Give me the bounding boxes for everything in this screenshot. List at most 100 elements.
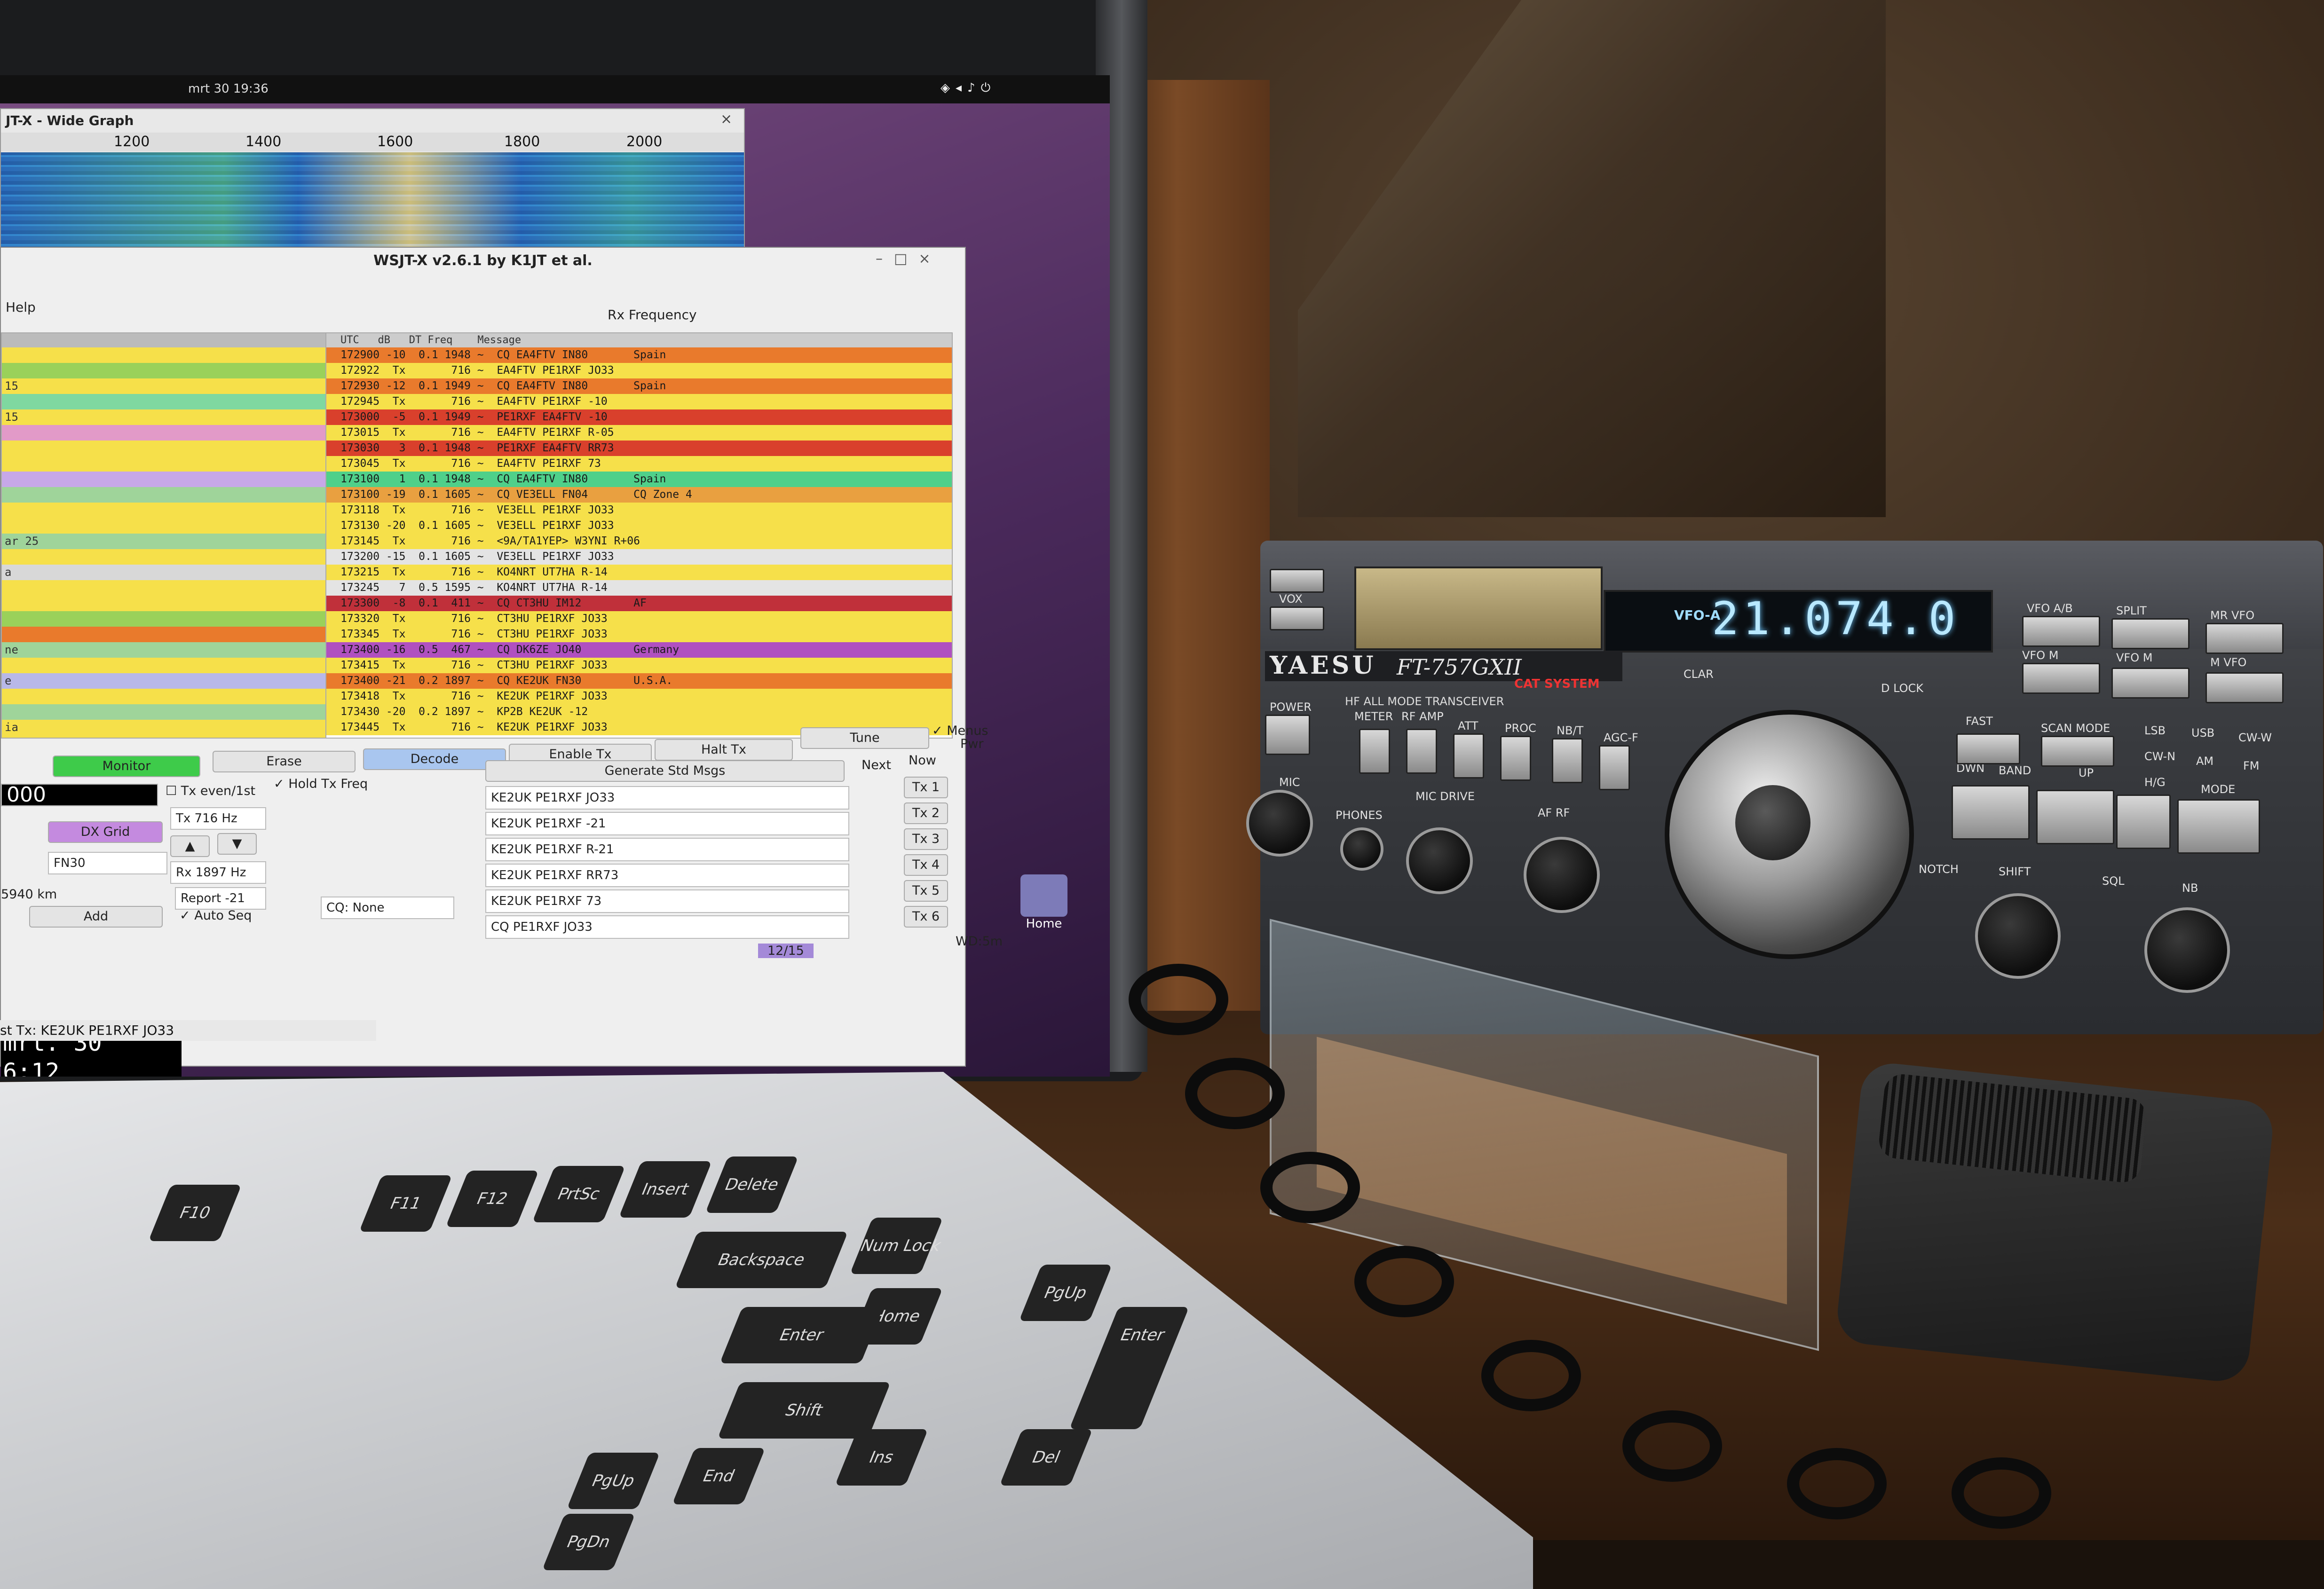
band-activity-list[interactable]: 1515ar 25aneeiantuacean bbox=[1, 332, 337, 739]
rx-row[interactable]: 173300 -8 0.1 411 ~ CQ CT3HU IM12 AF bbox=[326, 596, 952, 611]
generate-msgs-button[interactable]: Generate Std Msgs bbox=[485, 760, 845, 782]
rx-row[interactable]: 173400 -16 0.5 467 ~ CQ DK6ZE JO40 Germa… bbox=[326, 642, 952, 658]
nb-switch[interactable] bbox=[1552, 738, 1583, 783]
add-button[interactable]: Add bbox=[29, 906, 163, 928]
rx-row[interactable]: 173245 7 0.5 1595 ~ KO4NRT UT7HA R-14 bbox=[326, 580, 952, 596]
key-prtsc[interactable]: PrtSc bbox=[532, 1166, 625, 1222]
band-up-button[interactable] bbox=[2116, 794, 2171, 849]
mic-connector[interactable] bbox=[1246, 790, 1313, 857]
band-row[interactable] bbox=[2, 658, 336, 673]
band-row[interactable]: e bbox=[2, 673, 336, 689]
proc-switch[interactable] bbox=[1500, 736, 1531, 781]
band-row[interactable] bbox=[2, 347, 336, 363]
vox-switch[interactable] bbox=[1270, 569, 1324, 593]
key-enter[interactable]: Enter bbox=[719, 1307, 884, 1363]
band-row[interactable] bbox=[2, 503, 336, 518]
rx-row[interactable]: 173100 -19 0.1 1605 ~ CQ VE3ELL FN04 CQ … bbox=[326, 487, 952, 503]
tx6-button[interactable]: Tx 6 bbox=[904, 906, 948, 928]
clock[interactable]: mrt 30 19:36 bbox=[188, 82, 269, 96]
tx1-button[interactable]: Tx 1 bbox=[904, 777, 948, 798]
band-row[interactable] bbox=[2, 689, 336, 704]
band-row[interactable]: ar 25 bbox=[2, 534, 336, 549]
tx2-button[interactable]: Tx 2 bbox=[904, 802, 948, 824]
key-pgup-top[interactable]: PgUp bbox=[1019, 1265, 1113, 1321]
tx3-message[interactable]: KE2UK PE1RXF R-21 bbox=[485, 838, 849, 861]
menus-checkbox[interactable]: ✓ Menus bbox=[932, 724, 988, 738]
rx-row[interactable]: 173215 Tx 716 ~ KO4NRT UT7HA R-14 bbox=[326, 565, 952, 580]
key-del[interactable]: Del bbox=[999, 1429, 1093, 1486]
tx2-message[interactable]: KE2UK PE1RXF -21 bbox=[485, 812, 849, 835]
band-row[interactable] bbox=[2, 549, 336, 565]
band-row[interactable] bbox=[2, 441, 336, 456]
key-backspace[interactable]: Backspace bbox=[674, 1232, 848, 1288]
aux-switch[interactable] bbox=[1270, 606, 1324, 630]
monitor-button[interactable]: Monitor bbox=[53, 755, 200, 777]
band-row[interactable] bbox=[2, 518, 336, 534]
rx-row[interactable]: 173030 3 0.1 1948 ~ PE1RXF EA4FTV RR73 bbox=[326, 441, 952, 456]
dx-grid-field[interactable]: FN30 bbox=[48, 852, 167, 874]
up-arrow-icon[interactable]: ▲ bbox=[170, 835, 210, 857]
band-row[interactable] bbox=[2, 735, 336, 738]
rx-row[interactable]: 173415 Tx 716 ~ CT3HU PE1RXF JO33 bbox=[326, 658, 952, 673]
hold-tx-checkbox[interactable]: ✓ Hold Tx Freq bbox=[274, 777, 368, 791]
tx5-message[interactable]: KE2UK PE1RXF 73 bbox=[485, 889, 849, 913]
tx4-button[interactable]: Tx 4 bbox=[904, 854, 948, 876]
rx-row[interactable]: 173000 -5 0.1 1949 ~ PE1RXF EA4FTV -10 bbox=[326, 409, 952, 425]
band-row[interactable] bbox=[2, 487, 336, 503]
rx-row[interactable]: 173345 Tx 716 ~ CT3HU PE1RXF JO33 bbox=[326, 627, 952, 642]
tx6-message[interactable]: CQ PE1RXF JO33 bbox=[485, 915, 849, 939]
band-row[interactable] bbox=[2, 472, 336, 487]
rx-row[interactable]: 173045 Tx 716 ~ EA4FTV PE1RXF 73 bbox=[326, 456, 952, 472]
system-tray-icons[interactable]: ◈◂♪⏻ bbox=[941, 81, 996, 95]
rx-row[interactable]: 173015 Tx 716 ~ EA4FTV PE1RXF R-05 bbox=[326, 425, 952, 441]
report-spinbox[interactable]: Report -21 bbox=[175, 887, 266, 910]
rx-row[interactable]: 172930 -12 0.1 1949 ~ CQ EA4FTV IN80 Spa… bbox=[326, 378, 952, 394]
vfo-ab-button[interactable] bbox=[2022, 616, 2100, 647]
down-arrow-icon[interactable]: ▼ bbox=[217, 833, 257, 855]
rx-frequency-list[interactable]: UTC dB DT Freq Message 172900 -10 0.1 19… bbox=[325, 332, 953, 739]
rx-row[interactable]: 173200 -15 0.1 1605 ~ VE3ELL PE1RXF JO33 bbox=[326, 549, 952, 565]
band-row[interactable] bbox=[2, 580, 336, 596]
att-switch[interactable] bbox=[1453, 733, 1484, 779]
band-button[interactable] bbox=[2036, 790, 2114, 844]
rx-row[interactable]: 173130 -20 0.1 1605 ~ VE3ELL PE1RXF JO33 bbox=[326, 518, 952, 534]
halt-tx-button[interactable]: Halt Tx bbox=[655, 739, 793, 761]
band-row[interactable]: 15 bbox=[2, 409, 336, 425]
rx-row[interactable]: 172922 Tx 716 ~ EA4FTV PE1RXF JO33 bbox=[326, 363, 952, 378]
meter-switch[interactable] bbox=[1359, 729, 1390, 774]
tx3-button[interactable]: Tx 3 bbox=[904, 828, 948, 850]
close-icon[interactable]: × bbox=[720, 111, 732, 127]
rx-row[interactable]: 173118 Tx 716 ~ VE3ELL PE1RXF JO33 bbox=[326, 503, 952, 518]
vfo-m-button[interactable] bbox=[2022, 663, 2100, 694]
home-folder-icon[interactable]: Home bbox=[1016, 874, 1072, 954]
erase-button[interactable]: Erase bbox=[213, 751, 356, 772]
key-num-lock[interactable]: Num Lock bbox=[850, 1218, 944, 1274]
band-row[interactable] bbox=[2, 704, 336, 720]
band-row[interactable] bbox=[2, 363, 336, 378]
decode-button[interactable]: Decode bbox=[363, 748, 506, 770]
band-row[interactable]: a bbox=[2, 565, 336, 580]
tx1-message[interactable]: KE2UK PE1RXF JO33 bbox=[485, 786, 849, 810]
rx-row[interactable]: 173320 Tx 716 ~ CT3HU PE1RXF JO33 bbox=[326, 611, 952, 627]
sql-nb-knob[interactable] bbox=[2144, 907, 2230, 993]
rx-row[interactable]: 173418 Tx 716 ~ KE2UK PE1RXF JO33 bbox=[326, 689, 952, 704]
band-row[interactable] bbox=[2, 425, 336, 441]
auto-seq-checkbox[interactable]: ✓ Auto Seq bbox=[180, 908, 252, 923]
rf-amp-switch[interactable] bbox=[1406, 729, 1437, 774]
split-button[interactable] bbox=[2111, 618, 2190, 649]
key-numpad-enter[interactable]: Enter bbox=[1069, 1307, 1189, 1429]
tx-frequency-spinbox[interactable]: Tx 716 Hz bbox=[170, 807, 266, 830]
band-row[interactable]: 15 bbox=[2, 378, 336, 394]
band-row[interactable] bbox=[2, 611, 336, 627]
agc-switch[interactable] bbox=[1599, 745, 1630, 790]
menu-help[interactable]: Help bbox=[6, 299, 36, 315]
band-row[interactable] bbox=[2, 596, 336, 611]
waterfall-display[interactable] bbox=[1, 152, 744, 250]
band-row[interactable]: ne bbox=[2, 642, 336, 658]
key-f11[interactable]: F11 bbox=[359, 1175, 452, 1232]
key-end[interactable]: End bbox=[672, 1448, 766, 1504]
rx-row[interactable]: 173145 Tx 716 ~ <9A/TA1YEP> W3YNI R+06 bbox=[326, 534, 952, 549]
tx4-message[interactable]: KE2UK PE1RXF RR73 bbox=[485, 864, 849, 887]
band-row[interactable] bbox=[2, 627, 336, 642]
power-switch[interactable] bbox=[1265, 715, 1310, 755]
